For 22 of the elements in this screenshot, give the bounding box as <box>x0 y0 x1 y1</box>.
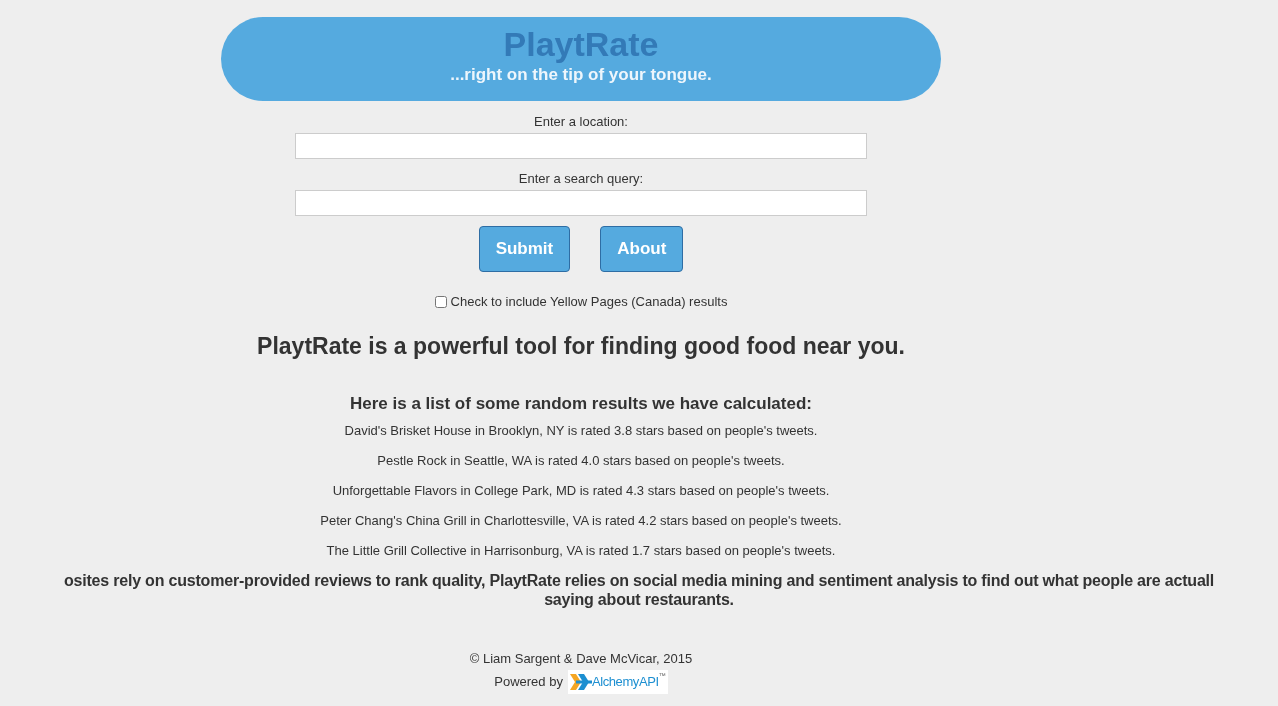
result-text: David's Brisket House in Brooklyn, NY is rated 3.8 stars based on people's tweets. <box>344 423 818 439</box>
result-text: Peter Chang's China Grill in Charlottesville, VA is rated 4.2 stars based on people's tweets. <box>320 513 842 529</box>
headline: PlaytRate is a powerful tool for finding good food near you. <box>257 332 905 360</box>
checkbox-label: Check to include Yellow Pages (Canada) results <box>450 294 728 310</box>
chevron-logo-icon <box>569 672 592 692</box>
results-heading: Here is a list of some random results we have calculated: <box>350 394 812 414</box>
about-text: saying about restaurants. <box>544 590 734 609</box>
action-button[interactable]: Submit <box>478 226 571 272</box>
logo-text: AlchemyAPI <box>591 674 659 690</box>
result-text: Pestle Rock in Seattle, WA is rated 4.0 stars based on people's tweets. <box>377 453 785 469</box>
field-label: Enter a search query: <box>518 171 644 187</box>
about-text: osites rely on customer-provided reviews to rank quality, PlaytRate relies on social media mining and sentiment analysis to find out what people are actuall <box>63 571 1215 590</box>
action-button[interactable]: About <box>600 226 684 272</box>
powered-by-text: Powered by <box>494 674 563 690</box>
input-field[interactable] <box>295 190 867 216</box>
field-label: Enter a location: <box>534 114 628 130</box>
input-field[interactable] <box>295 133 867 159</box>
tagline: ...right on the tip of your tongue. <box>450 64 712 86</box>
result-text: The Little Grill Collective in Harrisonburg, VA is rated 1.7 stars based on people's tweets. <box>326 543 836 559</box>
checkbox[interactable] <box>434 296 447 308</box>
result-text: Unforgettable Flavors in College Park, MD is rated 4.3 stars based on people's tweets. <box>332 483 830 499</box>
copyright-text: © Liam Sargent & Dave McVicar, 2015 <box>469 651 693 667</box>
